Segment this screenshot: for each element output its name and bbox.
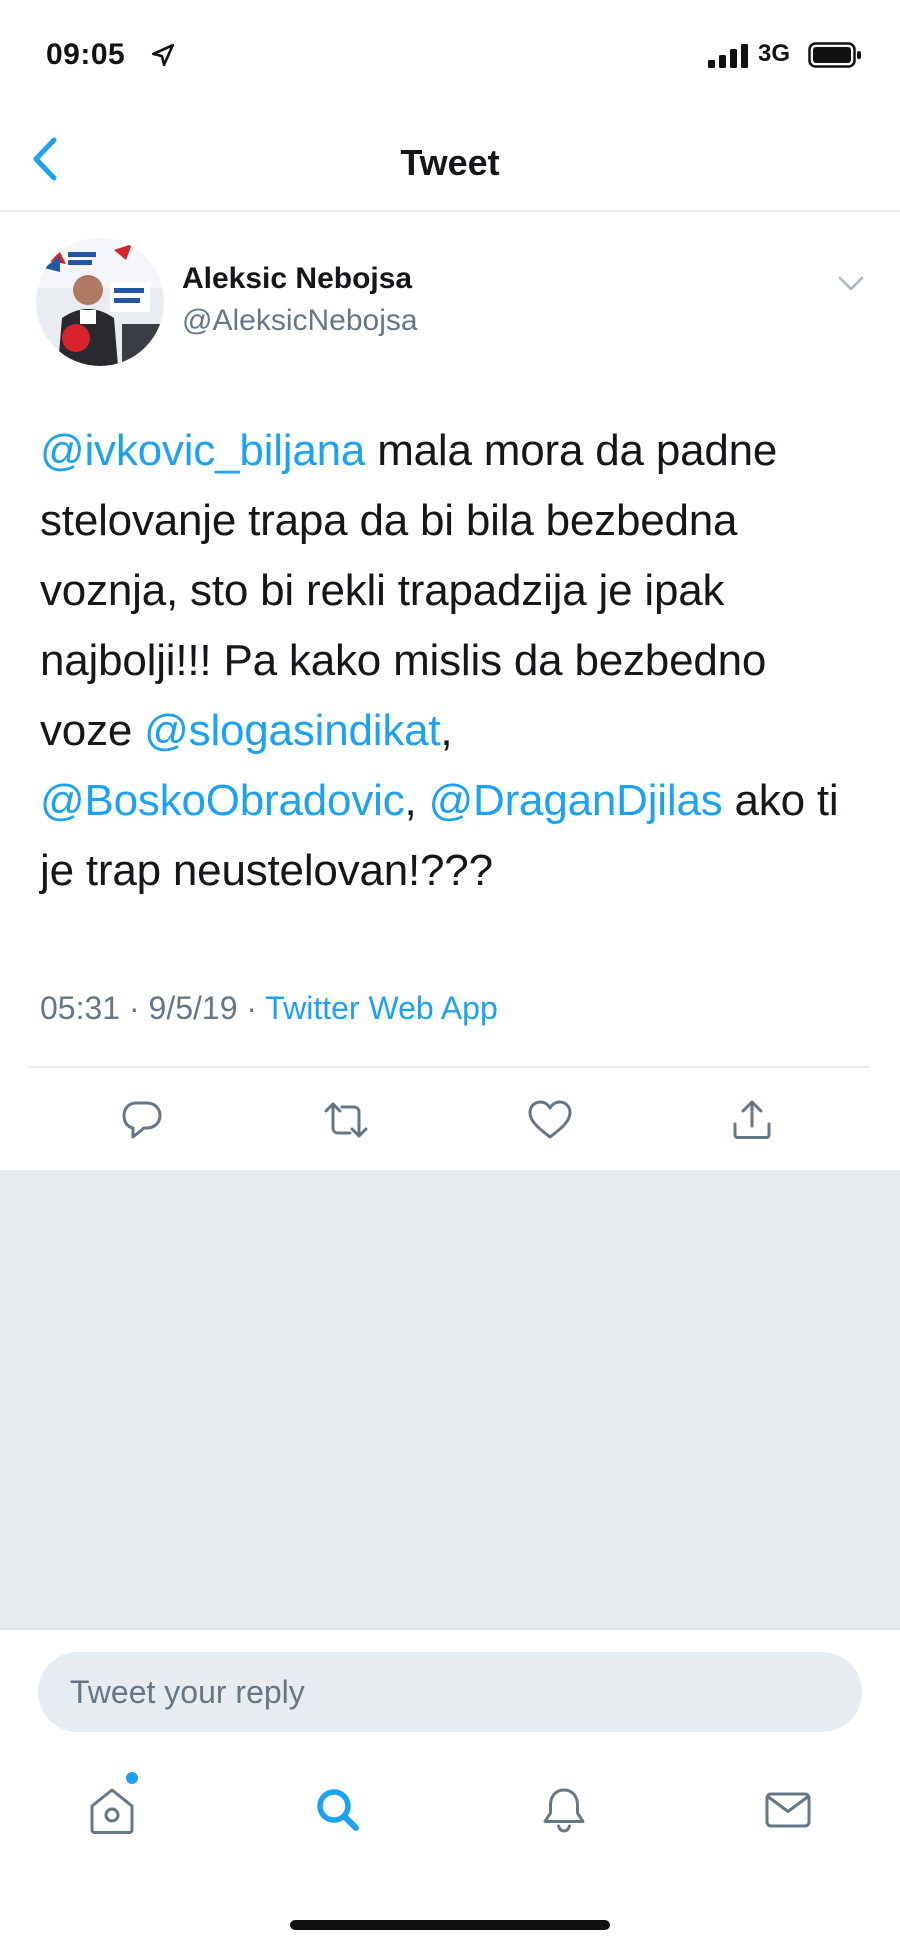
status-time: 09:05 xyxy=(46,38,126,71)
mention-link[interactable]: @DraganDjilas xyxy=(429,776,723,825)
author-handle[interactable]: @AleksicNebojsa xyxy=(182,304,418,338)
tweet-text-segment: , xyxy=(440,706,453,755)
location-arrow-icon xyxy=(151,43,175,67)
mention-link[interactable]: @BoskoObradovic xyxy=(40,776,405,825)
retweet-icon[interactable] xyxy=(320,1094,372,1146)
home-icon[interactable] xyxy=(82,1780,142,1840)
empty-replies-area xyxy=(0,1170,900,1628)
tweet-meta: 05:31 · 9/5/19 · Twitter Web App xyxy=(40,990,498,1027)
mention-link[interactable]: @slogasindikat xyxy=(144,706,440,755)
network-type: 3G xyxy=(758,40,791,67)
share-icon[interactable] xyxy=(726,1094,778,1146)
like-icon[interactable] xyxy=(524,1094,576,1146)
tweet-detail: Aleksic Nebojsa @AleksicNebojsa @ivkovic… xyxy=(0,212,900,1170)
divider xyxy=(30,1066,870,1068)
search-icon[interactable] xyxy=(308,1780,368,1840)
tweet-text-segment: , xyxy=(404,776,429,825)
meta-separator: · xyxy=(237,990,266,1026)
meta-separator: · xyxy=(120,990,149,1026)
reply-bar xyxy=(0,1628,900,1744)
status-bar: 09:05 3G xyxy=(0,0,900,110)
tweet-date: 9/5/19 xyxy=(148,990,238,1026)
avatar[interactable] xyxy=(36,238,164,366)
page-title: Tweet xyxy=(400,142,500,183)
battery-icon xyxy=(808,42,861,68)
mention-link[interactable]: @ivkovic_biljana xyxy=(40,426,365,475)
tweet-time: 05:31 xyxy=(40,990,121,1026)
new-content-dot xyxy=(126,1772,138,1784)
reply-icon[interactable] xyxy=(116,1094,168,1146)
signal-strength-icon xyxy=(708,44,748,68)
tweet-source-link[interactable]: Twitter Web App xyxy=(265,990,497,1026)
author-name[interactable]: Aleksic Nebojsa xyxy=(182,262,412,296)
notifications-icon[interactable] xyxy=(534,1780,594,1840)
avatar-image xyxy=(36,238,164,366)
tweet-text: @ivkovic_biljana mala mora da padne stel… xyxy=(40,416,870,906)
tab-bar xyxy=(0,1744,900,1948)
nav-bar: Tweet xyxy=(0,110,900,212)
reply-input[interactable] xyxy=(38,1652,862,1732)
chevron-down-icon[interactable] xyxy=(834,272,868,296)
messages-icon[interactable] xyxy=(758,1780,818,1840)
home-indicator xyxy=(290,1920,610,1930)
